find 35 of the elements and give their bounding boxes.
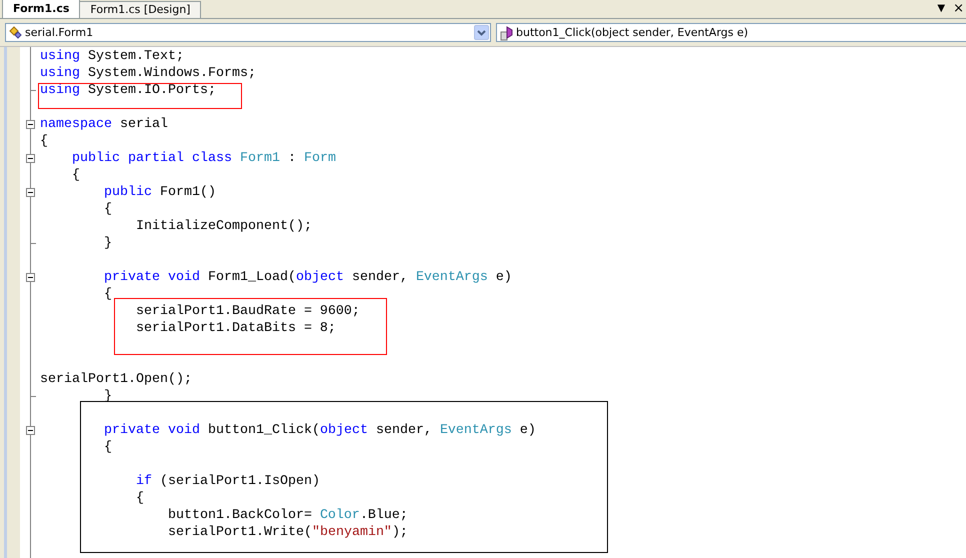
code-line: namespace serial <box>40 117 168 132</box>
member-dropdown[interactable]: button1_Click(object sender, EventArgs e) <box>496 23 966 42</box>
code-line: private void button1_Click(object sender, EventArgs e) <box>102 423 536 438</box>
code-line: public Form1() <box>102 185 216 200</box>
method-icon <box>499 24 515 40</box>
code-line: } <box>102 236 112 251</box>
code-line: { <box>70 168 80 183</box>
code-line: { <box>134 491 144 506</box>
code-line: using System.IO.Ports; <box>40 83 216 98</box>
code-line: button1.BackColor= Color.Blue; <box>166 508 408 523</box>
code-line: serialPort1.BaudRate = 9600; <box>134 304 360 319</box>
class-icon <box>8 24 24 40</box>
collapse-icon[interactable] <box>26 426 35 435</box>
collapse-icon[interactable] <box>26 120 35 129</box>
code-line: { <box>102 202 112 217</box>
collapse-icon[interactable] <box>26 154 35 163</box>
code-line: serialPort1.Open(); <box>40 372 192 387</box>
code-line: { <box>102 287 112 302</box>
code-line: if (serialPort1.IsOpen) <box>134 474 320 489</box>
close-button[interactable]: × <box>953 3 964 15</box>
code-line: using System.Text; <box>40 49 184 64</box>
code-line: InitializeComponent(); <box>134 219 312 234</box>
tab-list-button[interactable]: ▼ <box>937 3 946 15</box>
code-line: { <box>40 134 48 149</box>
collapse-icon[interactable] <box>26 188 35 197</box>
collapse-icon[interactable] <box>26 273 35 282</box>
code-line: serialPort1.Write("benyamin"); <box>166 525 408 540</box>
editor-tab[interactable]: Form1.cs <box>2 0 80 18</box>
code-line: using System.Windows.Forms; <box>40 66 256 81</box>
type-dropdown[interactable]: serial.Form1 <box>5 23 491 42</box>
code-line: private void Form1_Load(object sender, EventArgs e) <box>102 270 512 285</box>
code-line: public partial class Form1 : Form <box>70 151 336 166</box>
code-line: { <box>102 440 112 455</box>
editor-tab[interactable]: Form1.cs [Design] <box>79 1 202 18</box>
code-line: serialPort1.DataBits = 8; <box>134 321 336 336</box>
